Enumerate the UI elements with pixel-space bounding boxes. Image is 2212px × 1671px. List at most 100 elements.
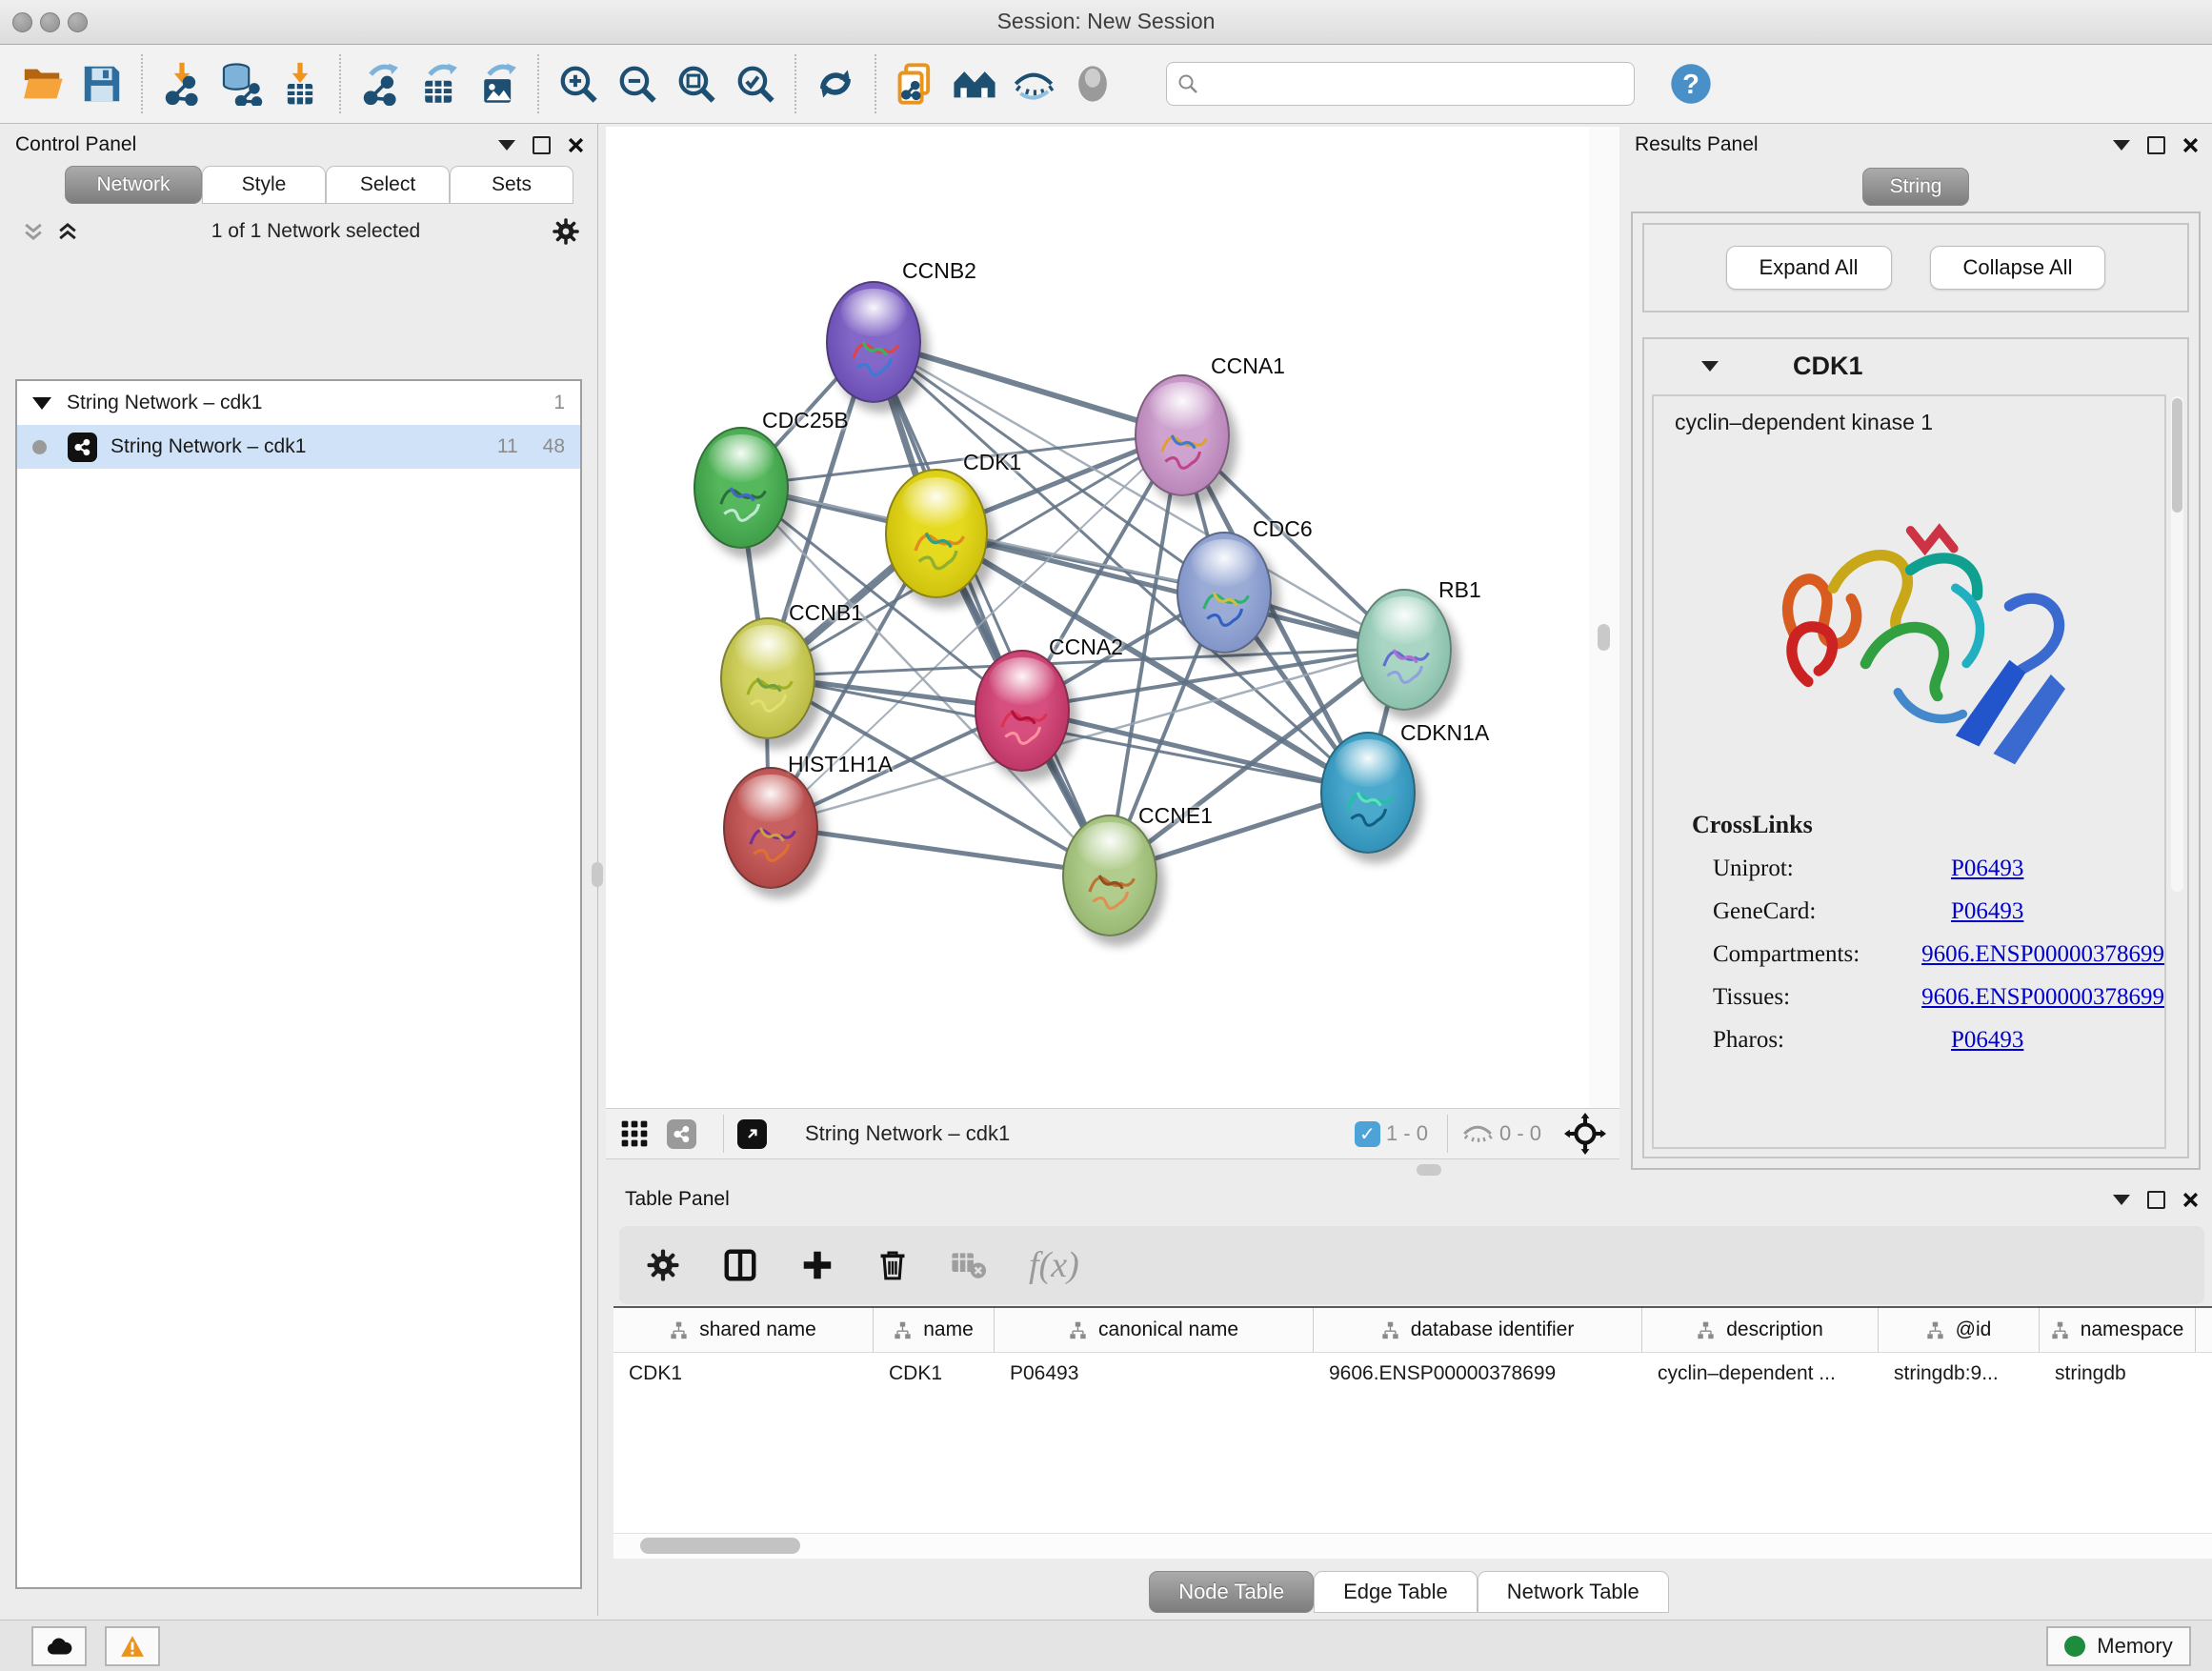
network-view-icon[interactable]	[667, 1119, 696, 1149]
network-edge[interactable]	[769, 826, 1108, 874]
table-row[interactable]: CDK1CDK1P064939606.ENSP00000378699cyclin…	[613, 1353, 2212, 1395]
close-panel-icon[interactable]	[2182, 137, 2199, 153]
table-scrollbar-thumb[interactable]	[640, 1538, 800, 1554]
table-cell[interactable]: cyclin–dependent ...	[1642, 1362, 1879, 1385]
first-neighbors-button[interactable]	[945, 53, 1004, 114]
network-node-cdkn1a[interactable]	[1320, 732, 1416, 854]
zoom-selected-button[interactable]	[726, 53, 785, 114]
pan-crosshair-icon[interactable]	[1564, 1113, 1606, 1155]
delete-column-icon[interactable]	[876, 1248, 909, 1282]
table-cell[interactable]: stringdb:9...	[1879, 1362, 2040, 1385]
panel-menu-icon[interactable]	[2113, 1195, 2130, 1205]
search-input[interactable]	[1199, 72, 1624, 96]
crosslink-link[interactable]: 9606.ENSP00000378699	[1921, 984, 2164, 1011]
tab-string[interactable]: String	[1862, 168, 1970, 206]
search-field[interactable]	[1166, 62, 1635, 106]
column-header-shared-name[interactable]: shared name	[613, 1308, 874, 1352]
network-node-ccne1[interactable]	[1062, 815, 1157, 936]
panel-menu-icon[interactable]	[498, 140, 515, 151]
float-panel-icon[interactable]	[533, 136, 551, 154]
tab-network[interactable]: Network	[65, 166, 202, 204]
hide-selected-button[interactable]	[1004, 53, 1063, 114]
refresh-view-button[interactable]	[806, 53, 865, 114]
network-row[interactable]: String Network – cdk1 11 48	[17, 425, 580, 469]
crosslink-link[interactable]: P06493	[1951, 898, 2023, 925]
network-node-ccna1[interactable]	[1135, 374, 1230, 496]
collapse-all-icon[interactable]	[21, 219, 46, 244]
show-columns-icon[interactable]	[722, 1247, 758, 1283]
entry-header[interactable]: CDK1	[1644, 339, 2187, 393]
memory-button[interactable]: Memory	[2046, 1626, 2191, 1666]
network-edge[interactable]	[872, 340, 1108, 874]
network-collection-row[interactable]: String Network – cdk1 1	[17, 381, 580, 425]
network-node-ccnb2[interactable]	[826, 281, 921, 403]
close-panel-icon[interactable]	[2182, 1192, 2199, 1208]
network-node-cdc25b[interactable]	[694, 427, 789, 549]
save-session-button[interactable]	[72, 53, 131, 114]
zoom-fit-button[interactable]	[667, 53, 726, 114]
warnings-button[interactable]	[105, 1626, 160, 1666]
expand-all-icon[interactable]	[55, 219, 80, 244]
tab-sets[interactable]: Sets	[450, 166, 573, 204]
collapse-all-button[interactable]: Collapse All	[1930, 246, 2106, 290]
float-panel-icon[interactable]	[2147, 136, 2165, 154]
import-network-file-button[interactable]	[152, 53, 211, 114]
hidden-eye-icon[interactable]	[1461, 1120, 1494, 1147]
expand-all-button[interactable]: Expand All	[1726, 246, 1892, 290]
results-scrollbar[interactable]	[2171, 396, 2183, 892]
zoom-in-button[interactable]	[549, 53, 608, 114]
entry-expander-icon[interactable]	[1701, 361, 1719, 372]
import-network-database-button[interactable]	[211, 53, 271, 114]
results-scrollbar-thumb[interactable]	[2172, 398, 2182, 513]
import-table-file-button[interactable]	[271, 53, 330, 114]
column-header-name[interactable]: name	[874, 1308, 995, 1352]
tab-network-table[interactable]: Network Table	[1478, 1571, 1669, 1613]
column-header-namespace[interactable]: namespace	[2040, 1308, 2196, 1352]
network-node-ccnb1[interactable]	[720, 617, 815, 739]
table-cell[interactable]: P06493	[995, 1362, 1314, 1385]
cloud-status-button[interactable]	[31, 1626, 87, 1666]
tab-select[interactable]: Select	[326, 166, 450, 204]
selected-checkbox-icon[interactable]: ✓	[1355, 1121, 1380, 1147]
table-options-gear-icon[interactable]	[646, 1248, 680, 1282]
left-splitter-handle[interactable]	[592, 862, 603, 887]
table-cell[interactable]: CDK1	[874, 1362, 995, 1385]
column-header-description[interactable]: description	[1642, 1308, 1879, 1352]
help-button[interactable]: ?	[1661, 53, 1720, 114]
tab-style[interactable]: Style	[202, 166, 326, 204]
network-node-rb1[interactable]	[1357, 589, 1452, 711]
table-cell[interactable]: CDK1	[613, 1362, 874, 1385]
network-node-hist1h1a[interactable]	[723, 767, 818, 889]
canvas-results-splitter[interactable]	[1589, 127, 1619, 1108]
open-file-button[interactable]	[13, 53, 72, 114]
float-panel-icon[interactable]	[2147, 1191, 2165, 1209]
column-header--id[interactable]: @id	[1879, 1308, 2040, 1352]
export-image-button[interactable]	[469, 53, 528, 114]
birdseye-grid-icon[interactable]	[619, 1118, 650, 1149]
network-canvas[interactable]: CCNB2CCNA1CDC25BCDK1CDC6RB1CCNB1CCNA2CDK…	[606, 127, 1589, 1108]
crosslink-link[interactable]: 9606.ENSP00000378699	[1921, 941, 2164, 968]
network-edge[interactable]	[935, 532, 1402, 648]
column-header-canonical-name[interactable]: canonical name	[995, 1308, 1314, 1352]
tab-node-table[interactable]: Node Table	[1149, 1571, 1314, 1613]
collection-expander-icon[interactable]	[32, 397, 51, 410]
network-options-gear-icon[interactable]	[552, 217, 580, 246]
tab-edge-table[interactable]: Edge Table	[1314, 1571, 1478, 1613]
column-header-database-identifier[interactable]: database identifier	[1314, 1308, 1642, 1352]
node-table[interactable]: shared namenamecanonical namedatabase id…	[613, 1306, 2212, 1535]
close-panel-icon[interactable]	[568, 137, 584, 153]
add-column-icon[interactable]	[800, 1248, 835, 1282]
table-cell[interactable]: stringdb	[2040, 1362, 2196, 1385]
network-node-cdk1[interactable]	[885, 469, 988, 598]
crosslink-link[interactable]: P06493	[1951, 1027, 2023, 1054]
panel-menu-icon[interactable]	[2113, 140, 2130, 151]
network-node-cdc6[interactable]	[1176, 532, 1272, 654]
zoom-out-button[interactable]	[608, 53, 667, 114]
crosslink-link[interactable]: P06493	[1951, 856, 2023, 882]
clone-network-button[interactable]	[886, 53, 945, 114]
network-node-ccna2[interactable]	[975, 650, 1070, 772]
table-cell[interactable]: 9606.ENSP00000378699	[1314, 1362, 1642, 1385]
right-splitter-handle[interactable]	[1598, 624, 1610, 651]
show-all-button[interactable]	[1063, 53, 1122, 114]
table-horizontal-scrollbar[interactable]	[613, 1533, 2212, 1559]
